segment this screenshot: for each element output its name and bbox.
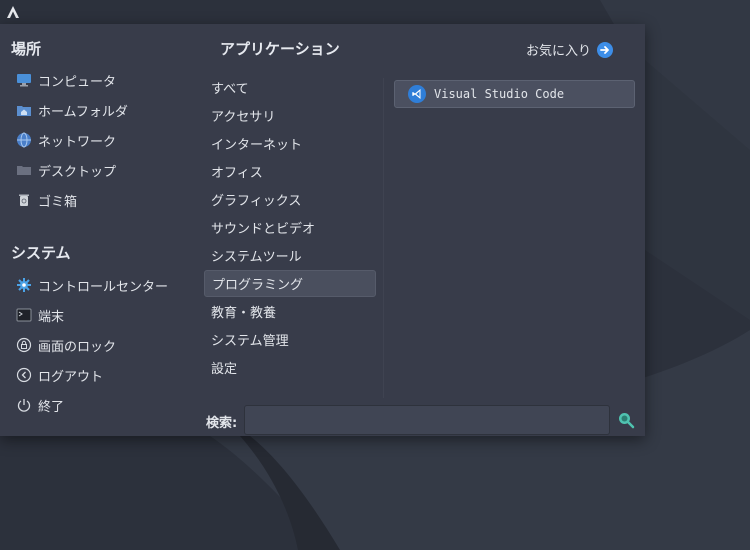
category-internet[interactable]: インターネット	[204, 130, 376, 157]
terminal-icon	[16, 307, 32, 323]
vscode-icon	[408, 85, 426, 103]
system-item-shutdown[interactable]: 終了	[10, 391, 190, 419]
desktop-folder-icon	[16, 162, 32, 178]
favorites-label: お気に入り	[526, 44, 592, 59]
computer-icon	[16, 72, 32, 88]
place-item-label: ホームフォルダ	[38, 104, 128, 120]
category-settings[interactable]: 設定	[204, 354, 376, 381]
system-item-label: 端末	[38, 309, 65, 325]
power-icon	[16, 397, 32, 413]
system-item-control-center[interactable]: コントロールセンター	[10, 271, 190, 299]
app-item-label: Visual Studio Code	[434, 87, 565, 101]
home-folder-icon	[16, 102, 32, 118]
place-item-label: ネットワーク	[38, 134, 117, 150]
application-menu: 場所 コンピュータ ホームフォルダ ネットワーク デスクトップ ゴミ箱 システム	[0, 24, 645, 436]
place-item-network[interactable]: ネットワーク	[10, 126, 190, 154]
category-all[interactable]: すべて	[204, 74, 376, 101]
category-graphics[interactable]: グラフィックス	[204, 186, 376, 213]
control-center-icon	[16, 277, 32, 293]
category-education[interactable]: 教育・教養	[204, 298, 376, 325]
column-divider	[383, 78, 384, 398]
favorites-button[interactable]: お気に入り	[526, 40, 614, 59]
arch-logo-icon[interactable]	[6, 5, 20, 19]
app-item-vscode[interactable]: Visual Studio Code	[394, 80, 635, 108]
place-item-desktop[interactable]: デスクトップ	[10, 156, 190, 184]
system-item-label: ログアウト	[38, 369, 104, 385]
system-item-terminal[interactable]: 端末	[10, 301, 190, 329]
lock-icon	[16, 337, 32, 353]
category-system-tools[interactable]: システムツール	[204, 242, 376, 269]
place-item-label: ゴミ箱	[38, 194, 78, 210]
system-item-label: コントロールセンター	[38, 279, 169, 295]
place-item-computer[interactable]: コンピュータ	[10, 66, 190, 94]
system-title: システム	[11, 244, 71, 262]
network-icon	[16, 132, 32, 148]
search-label: 検索:	[206, 416, 238, 431]
system-item-label: 画面のロック	[38, 339, 117, 355]
category-administration[interactable]: システム管理	[204, 326, 376, 353]
category-office[interactable]: オフィス	[204, 158, 376, 185]
places-title: 場所	[11, 40, 42, 58]
place-item-home[interactable]: ホームフォルダ	[10, 96, 190, 124]
trash-icon	[16, 192, 32, 208]
system-item-lock-screen[interactable]: 画面のロック	[10, 331, 190, 359]
category-accessories[interactable]: アクセサリ	[204, 102, 376, 129]
system-item-label: 終了	[38, 399, 65, 415]
place-item-label: デスクトップ	[38, 164, 117, 180]
search-input[interactable]	[244, 405, 610, 435]
system-item-logout[interactable]: ログアウト	[10, 361, 190, 389]
arrow-right-icon	[597, 41, 614, 58]
place-item-label: コンピュータ	[38, 74, 117, 90]
logout-icon	[16, 367, 32, 383]
applications-title: アプリケーション	[220, 40, 340, 58]
category-sound-video[interactable]: サウンドとビデオ	[204, 214, 376, 241]
place-item-trash[interactable]: ゴミ箱	[10, 186, 190, 214]
category-programming[interactable]: プログラミング	[204, 270, 376, 297]
search-icon[interactable]	[617, 411, 635, 429]
